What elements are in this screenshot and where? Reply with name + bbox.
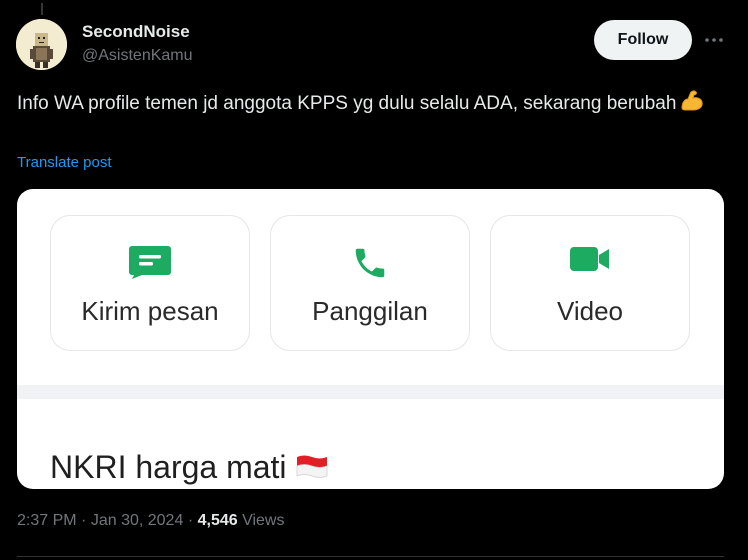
author-handle[interactable]: @AsistenKamu xyxy=(82,47,193,65)
about-text-value: NKRI harga mati xyxy=(50,449,287,485)
phone-icon xyxy=(351,244,389,287)
post-time[interactable]: 2:37 PM xyxy=(17,512,77,529)
video-call-tile: Video xyxy=(490,215,690,351)
send-message-tile: Kirim pesan xyxy=(50,215,250,351)
meta-separator: · xyxy=(81,512,87,529)
post-media-image[interactable]: Kirim pesan Panggilan Video NKRI harga m… xyxy=(17,189,724,489)
video-call-label: Video xyxy=(556,296,624,326)
voice-call-label: Panggilan xyxy=(312,296,428,326)
more-horizontal-icon[interactable] xyxy=(702,28,726,52)
translate-post-link[interactable]: Translate post xyxy=(17,154,112,171)
voice-call-tile: Panggilan xyxy=(270,215,470,351)
post-body-text: Info WA profile temen jd anggota KPPS yg… xyxy=(17,93,677,114)
flexed-biceps-emoji xyxy=(679,88,705,121)
video-icon xyxy=(569,244,611,279)
post-metadata: 2:37 PM · Jan 30, 2024 · 4,546 Views xyxy=(17,512,284,530)
author-avatar[interactable] xyxy=(16,19,67,70)
message-icon xyxy=(128,244,172,285)
indonesia-flag-icon xyxy=(295,451,329,488)
pixel-art-avatar-icon xyxy=(16,19,67,70)
post-date[interactable]: Jan 30, 2024 xyxy=(91,512,184,529)
follow-button[interactable]: Follow xyxy=(594,20,692,60)
views-label: Views xyxy=(242,512,285,529)
author-display-name[interactable]: SecondNoise xyxy=(82,22,190,42)
send-message-label: Kirim pesan xyxy=(81,296,219,326)
thread-connector-line xyxy=(41,3,43,15)
profile-about-text: NKRI harga mati xyxy=(50,449,329,488)
section-separator xyxy=(17,385,724,399)
bottom-divider xyxy=(17,556,724,557)
views-count: 4,546 xyxy=(197,512,238,529)
meta-separator: · xyxy=(187,512,194,529)
post-text: Info WA profile temen jd anggota KPPS yg… xyxy=(17,88,717,121)
